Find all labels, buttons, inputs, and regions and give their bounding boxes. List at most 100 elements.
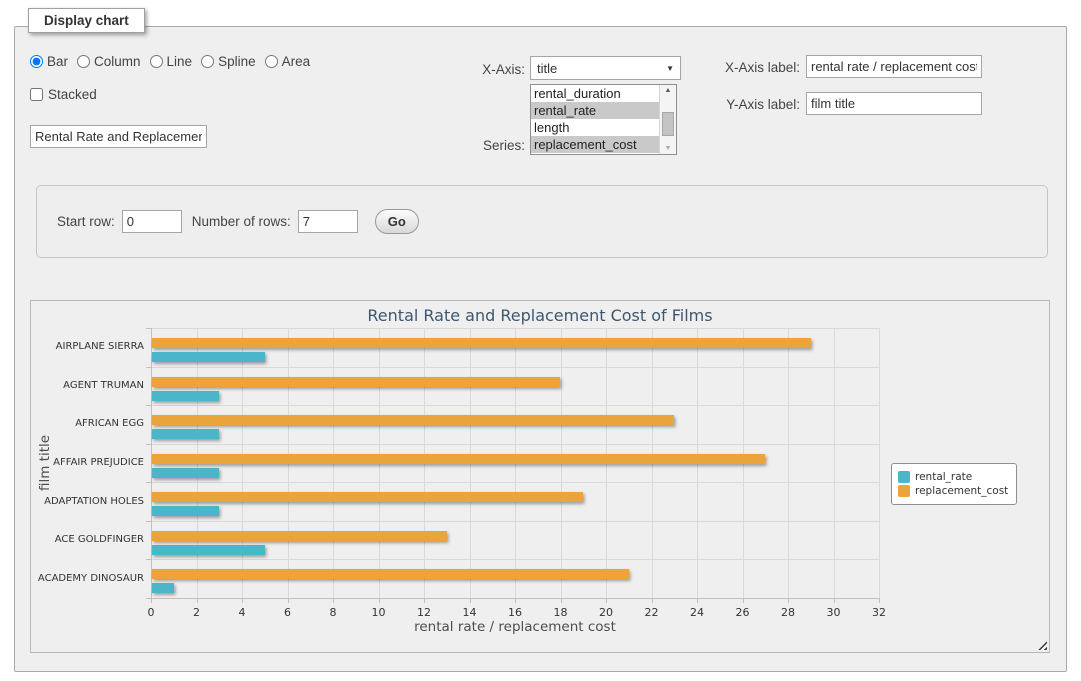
series-option-length[interactable]: length: [531, 119, 659, 136]
chart-type-label-column: Column: [94, 54, 141, 69]
bar-replacement_cost[interactable]: [152, 377, 560, 387]
legend-item-replacement_cost[interactable]: replacement_cost: [898, 485, 1008, 497]
x-tick-label: 18: [546, 606, 576, 619]
chart-type-radio-group: Bar Column Line Spline Area: [30, 54, 319, 69]
legend-item-rental_rate[interactable]: rental_rate: [898, 471, 1008, 483]
y-axis-label-input[interactable]: [806, 92, 982, 115]
category-label: AIRPLANE SIERRA: [31, 341, 144, 352]
resize-handle-icon[interactable]: [1037, 640, 1047, 650]
x-tick-label: 4: [227, 606, 257, 619]
x-tick-label: 26: [728, 606, 758, 619]
scroll-down-icon[interactable]: ▼: [660, 145, 676, 152]
chart-type-option-area[interactable]: Area: [265, 54, 311, 69]
chart-type-radio-bar[interactable]: [30, 55, 43, 68]
x-axis-title: rental rate / replacement cost: [151, 619, 879, 635]
chart-type-radio-spline[interactable]: [201, 55, 214, 68]
x-axis-select[interactable]: title ▼: [530, 56, 681, 80]
chart-type-label-line: Line: [167, 54, 193, 69]
chevron-down-icon: ▼: [666, 64, 674, 73]
x-tick-label: 16: [500, 606, 530, 619]
bar-rental_rate[interactable]: [152, 429, 219, 439]
chart-type-radio-column[interactable]: [77, 55, 90, 68]
start-row-input[interactable]: [122, 210, 182, 233]
go-button[interactable]: Go: [375, 209, 419, 234]
x-tick-label: 2: [182, 606, 212, 619]
legend-label: replacement_cost: [915, 485, 1008, 497]
num-rows-input[interactable]: [298, 210, 358, 233]
x-tick-label: 8: [318, 606, 348, 619]
x-tick-label: 22: [637, 606, 667, 619]
chart-type-option-spline[interactable]: Spline: [201, 54, 256, 69]
x-tick-label: 6: [273, 606, 303, 619]
bar-rental_rate[interactable]: [152, 545, 265, 555]
chart-title: Rental Rate and Replacement Cost of Film…: [31, 306, 1049, 325]
bar-replacement_cost[interactable]: [152, 531, 447, 541]
category-label: AGENT TRUMAN: [31, 380, 144, 391]
scroll-up-icon[interactable]: ▲: [660, 87, 676, 94]
stacked-checkbox[interactable]: [30, 88, 43, 101]
gridline: [151, 559, 879, 560]
bar-rental_rate[interactable]: [152, 391, 219, 401]
chart-type-radio-line[interactable]: [150, 55, 163, 68]
x-tick-label: 28: [773, 606, 803, 619]
bar-replacement_cost[interactable]: [152, 338, 811, 348]
bar-rental_rate[interactable]: [152, 506, 219, 516]
x-tick-label: 24: [682, 606, 712, 619]
stacked-label: Stacked: [48, 87, 97, 102]
bar-rental_rate[interactable]: [152, 352, 265, 362]
series-option-rental_rate[interactable]: rental_rate: [531, 102, 659, 119]
gridline: [151, 444, 879, 445]
gridline: [151, 328, 879, 329]
start-row-label: Start row:: [57, 214, 115, 229]
gridline: [151, 482, 879, 483]
num-rows-label: Number of rows:: [192, 214, 291, 229]
bar-replacement_cost[interactable]: [152, 569, 629, 579]
bar-replacement_cost[interactable]: [152, 454, 765, 464]
x-tick-label: 12: [409, 606, 439, 619]
x-tick-label: 10: [364, 606, 394, 619]
chart-type-option-column[interactable]: Column: [77, 54, 141, 69]
x-tick-label: 0: [136, 606, 166, 619]
category-label: ACADEMY DINOSAUR: [31, 573, 144, 584]
panel-legend: Display chart: [28, 8, 145, 33]
series-listbox[interactable]: rental_durationrental_ratelengthreplacem…: [530, 84, 677, 155]
series-option-replacement_cost[interactable]: replacement_cost: [531, 136, 659, 153]
bar-replacement_cost[interactable]: [152, 492, 583, 502]
x-axis-label-label: X-Axis label:: [700, 60, 800, 75]
chart-type-label-bar: Bar: [47, 54, 68, 69]
series-option-rental_duration[interactable]: rental_duration: [531, 85, 659, 102]
x-tick-label: 32: [864, 606, 894, 619]
bar-rental_rate[interactable]: [152, 583, 174, 593]
gridline: [151, 405, 879, 406]
gridline: [788, 328, 789, 598]
x-tick-label: 20: [591, 606, 621, 619]
scrollbar-thumb[interactable]: [662, 112, 674, 136]
legend-label: rental_rate: [915, 471, 972, 483]
series-listbox-scrollbar[interactable]: ▲ ▼: [659, 85, 676, 154]
chart-type-label-area: Area: [282, 54, 311, 69]
series-listbox-label: Series:: [430, 138, 525, 153]
gridline: [151, 521, 879, 522]
bar-replacement_cost[interactable]: [152, 415, 674, 425]
series-options: rental_durationrental_ratelengthreplacem…: [531, 85, 659, 154]
x-axis-line: [151, 598, 879, 599]
x-axis-label-input[interactable]: [806, 55, 982, 78]
pager-bar: Start row: Number of rows: Go: [36, 185, 1048, 258]
x-axis-select-value: title: [537, 61, 666, 76]
gridline: [151, 367, 879, 368]
chart: Rental Rate and Replacement Cost of Film…: [30, 300, 1050, 653]
stacked-row[interactable]: Stacked: [30, 87, 97, 102]
bar-rental_rate[interactable]: [152, 468, 219, 478]
x-tick-label: 30: [819, 606, 849, 619]
chart-type-radio-area[interactable]: [265, 55, 278, 68]
chart-legend: rental_rate replacement_cost: [891, 463, 1017, 505]
chart-title-input[interactable]: [30, 125, 207, 148]
legend-swatch-rental_rate: [898, 471, 910, 483]
category-label: ACE GOLDFINGER: [31, 534, 144, 545]
page: Display chart Bar Column Line Spline Area St…: [0, 0, 1081, 681]
legend-swatch-replacement_cost: [898, 485, 910, 497]
gridline: [834, 328, 835, 598]
chart-type-option-bar[interactable]: Bar: [30, 54, 68, 69]
y-axis-label-label: Y-Axis label:: [700, 97, 800, 112]
chart-type-option-line[interactable]: Line: [150, 54, 193, 69]
